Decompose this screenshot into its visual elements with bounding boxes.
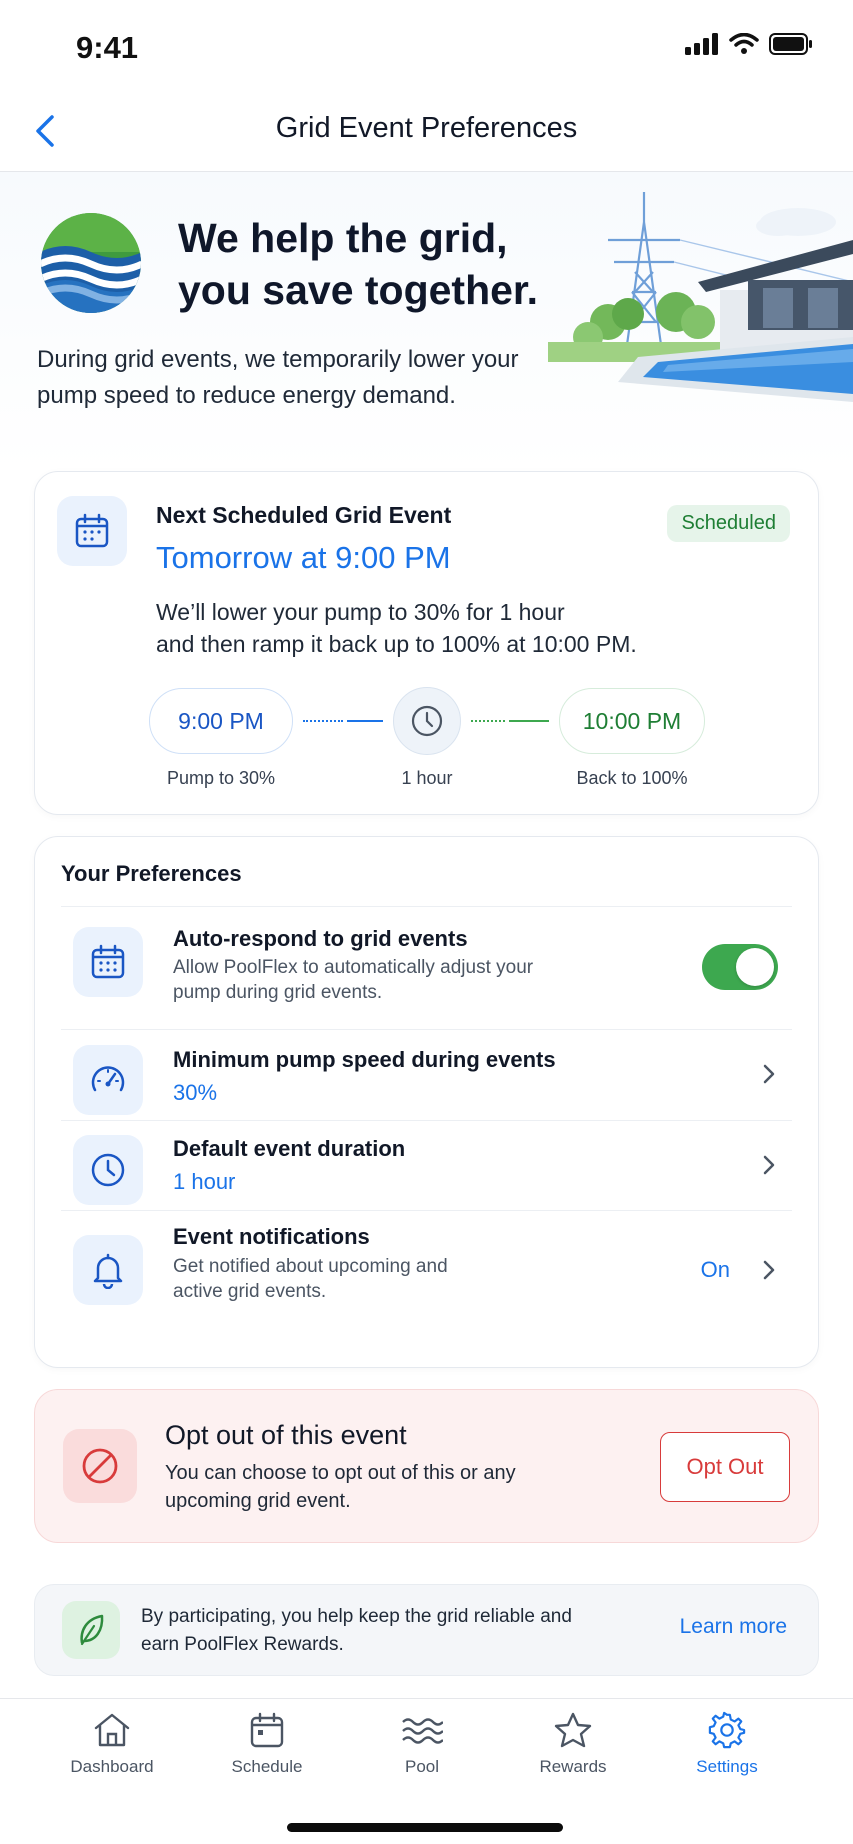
pref-icon-tile (73, 927, 143, 997)
event-notifications-subtitle-line2: active grid events. (173, 1281, 327, 1302)
rewards-info-text: By participating, you help keep the grid… (141, 1603, 621, 1659)
preferences-heading: Your Preferences (61, 861, 242, 886)
home-icon (94, 1713, 130, 1747)
tab-label: Settings (696, 1757, 758, 1776)
divider (61, 906, 792, 907)
rewards-info-text-line2: earn PoolFlex Rewards. (141, 1634, 344, 1655)
auto-respond-subtitle-line1: Allow PoolFlex to automatically adjust y… (173, 957, 534, 978)
nav-bar: Grid Event Preferences (0, 90, 853, 172)
timeline-duration-marker (393, 687, 461, 755)
pref-icon-tile (73, 1045, 143, 1115)
hero-title: We help the grid, you save together. (178, 212, 558, 316)
default-duration-title: Default event duration (173, 1136, 406, 1161)
learn-more-link[interactable]: Learn more (680, 1615, 787, 1639)
timeline-connector-line (347, 720, 383, 722)
toggle-knob (736, 948, 774, 986)
hero-title-line2: you save together. (178, 267, 539, 313)
opt-out-button[interactable]: Opt Out (660, 1432, 790, 1502)
tab-dashboard[interactable]: Dashboard (42, 1711, 182, 1791)
event-notifications-title: Event notifications (173, 1224, 370, 1249)
event-description: We’ll lower your pump to 30% for 1 hour … (156, 596, 716, 660)
opt-out-card: Opt out of this event You can choose to … (34, 1389, 819, 1543)
tab-schedule[interactable]: Schedule (197, 1711, 337, 1791)
timeline-duration-caption: 1 hour (401, 768, 453, 788)
opt-out-subtitle-line1: You can choose to opt out of this or any (165, 1462, 516, 1484)
clock-icon (411, 705, 443, 737)
default-duration-row[interactable]: Default event duration 1 hour (35, 1121, 818, 1209)
wifi-icon (729, 33, 759, 54)
tab-label: Dashboard (70, 1757, 154, 1776)
status-icons (685, 33, 813, 55)
status-time: 9:41 (76, 30, 139, 65)
event-time: Tomorrow at 9:00 PM (156, 540, 451, 575)
opt-out-subtitle-line2: upcoming grid event. (165, 1490, 351, 1512)
opt-out-title: Opt out of this event (165, 1420, 407, 1450)
status-badge: Scheduled (667, 505, 790, 542)
event-notifications-subtitle-line1: Get notified about upcoming and (173, 1256, 448, 1277)
timeline-connector-dots (303, 720, 343, 722)
chevron-right-icon (763, 1155, 775, 1175)
event-notifications-subtitle: Get notified about upcoming and active g… (173, 1254, 553, 1304)
calendar-icon (91, 944, 125, 979)
event-description-line2: and then ramp it back up to 100% at 10:0… (156, 631, 637, 657)
cellular-signal-icon (685, 33, 718, 55)
bell-icon (93, 1253, 123, 1289)
opt-out-icon-tile (63, 1429, 137, 1503)
timeline-end-pill: 10:00 PM (559, 688, 705, 754)
preferences-card: Your Preferences Auto-respond to grid ev… (34, 836, 819, 1368)
speedometer-icon (91, 1066, 125, 1092)
waves-icon (402, 1718, 443, 1744)
min-pump-speed-value: 30% (173, 1080, 218, 1105)
pref-icon-tile (73, 1135, 143, 1205)
event-icon-tile (57, 496, 127, 566)
chevron-right-icon (763, 1064, 775, 1084)
auto-respond-subtitle: Allow PoolFlex to automatically adjust y… (173, 955, 553, 1005)
home-indicator (287, 1823, 563, 1832)
chevron-right-icon (763, 1260, 775, 1280)
leaf-icon (80, 1614, 104, 1646)
min-pump-speed-row[interactable]: Minimum pump speed during events 30% (35, 1030, 818, 1118)
hero-subtitle: During grid events, we temporarily lower… (37, 346, 519, 409)
tab-label: Rewards (539, 1757, 607, 1776)
star-icon (554, 1712, 592, 1748)
timeline-connector-line-green (509, 720, 549, 722)
timeline-start-caption: Pump to 30% (166, 768, 276, 788)
auto-respond-toggle[interactable] (702, 944, 778, 990)
event-label: Next Scheduled Grid Event (156, 502, 452, 528)
status-bar: 9:41 (0, 0, 853, 90)
timeline-end-caption: Back to 100% (576, 768, 688, 788)
timeline-connector-dots-green (471, 720, 505, 722)
next-event-card: Next Scheduled Grid Event Tomorrow at 9:… (34, 471, 819, 815)
event-description-line1: We’ll lower your pump to 30% for 1 hour (156, 599, 565, 625)
grid-house-pool-illustration (548, 192, 853, 402)
tab-label: Pool (404, 1757, 440, 1776)
event-notifications-value: On (700, 1257, 730, 1282)
clock-icon (91, 1153, 125, 1187)
opt-out-subtitle: You can choose to opt out of this or any… (165, 1459, 525, 1515)
hero-section: We help the grid, you save together. Dur… (0, 172, 853, 472)
tab-rewards[interactable]: Rewards (503, 1711, 643, 1791)
pref-icon-tile (73, 1235, 143, 1305)
page-title: Grid Event Preferences (275, 112, 578, 144)
hero-title-line1: We help the grid, (178, 215, 508, 261)
poolflex-logo-icon (41, 213, 141, 313)
default-duration-value: 1 hour (173, 1169, 236, 1194)
gear-icon (708, 1711, 746, 1749)
tab-label: Schedule (231, 1757, 303, 1776)
auto-respond-title: Auto-respond to grid events (173, 926, 468, 951)
auto-respond-subtitle-line2: pump during grid events. (173, 982, 383, 1003)
timeline-start-pill: 9:00 PM (149, 688, 293, 754)
event-notifications-row[interactable]: Event notifications Get notified about u… (35, 1211, 818, 1351)
min-pump-speed-title: Minimum pump speed during events (173, 1047, 556, 1072)
prohibited-icon (82, 1448, 118, 1484)
calendar-icon (250, 1712, 284, 1748)
rewards-info-text-line1: By participating, you help keep the grid… (141, 1606, 572, 1627)
battery-icon (769, 33, 812, 55)
leaf-icon-tile (62, 1601, 120, 1659)
calendar-icon (75, 513, 109, 548)
rewards-info-banner: By participating, you help keep the grid… (34, 1584, 819, 1676)
tab-pool[interactable]: Pool (352, 1711, 492, 1791)
tab-settings[interactable]: Settings (657, 1711, 797, 1791)
